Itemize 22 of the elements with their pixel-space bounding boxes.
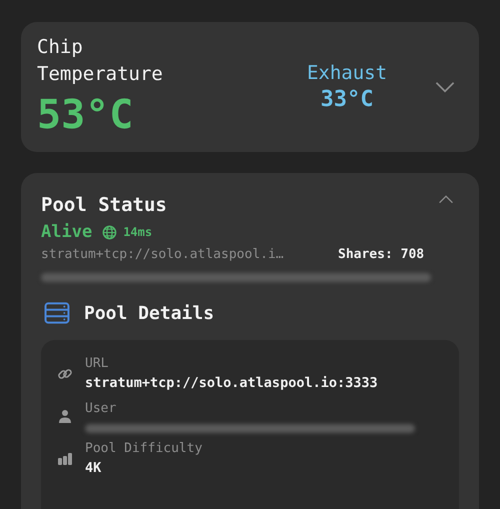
status-text: Alive <box>41 221 92 243</box>
exhaust-value: 33°C <box>320 86 374 114</box>
pool-url: stratum+tcp://solo.atlaspool.i… <box>41 246 285 264</box>
card-title: Pool Status <box>41 193 167 217</box>
chevron-down-icon[interactable] <box>434 81 456 93</box>
field-value: stratum+tcp://solo.atlaspool.io:3333 <box>85 374 378 393</box>
server-icon <box>44 302 70 324</box>
globe-icon <box>102 224 118 240</box>
field-label: Pool Difficulty <box>85 440 202 458</box>
field-label: User <box>85 400 118 418</box>
card-title: Chip Temperature <box>37 35 164 87</box>
bar-chart-icon <box>57 450 73 466</box>
user-icon <box>57 408 73 424</box>
chevron-up-icon[interactable] <box>438 195 454 204</box>
field-value: 4K <box>85 459 102 478</box>
exhaust-label: Exhaust <box>306 61 388 86</box>
latency-text: 14ms <box>123 225 152 239</box>
temperature-value: 53°C <box>37 91 134 140</box>
shares-count: Shares: 708 <box>338 246 424 264</box>
temperature-card[interactable]: Chip Temperature 53°C Exhaust 33°C <box>21 22 479 152</box>
field-label: URL <box>85 355 110 373</box>
section-title: Pool Details <box>84 302 214 324</box>
